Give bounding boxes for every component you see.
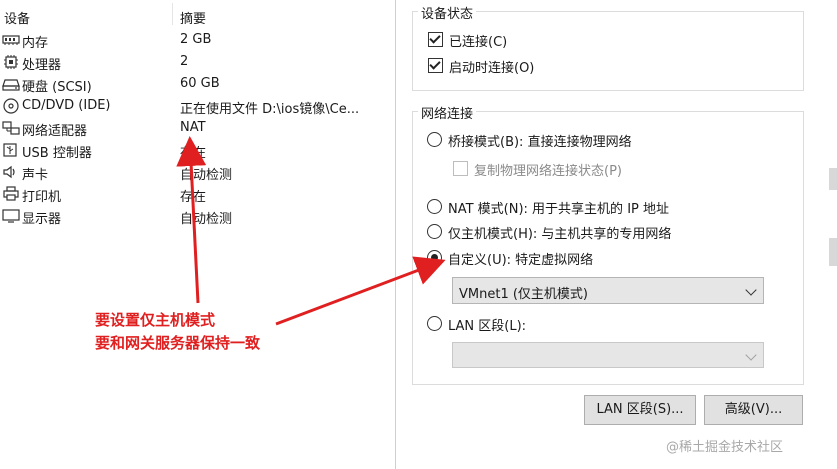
annotation-arrows	[176, 136, 446, 326]
annotation-line-2: 要和网关服务器保持一致	[95, 334, 261, 352]
arrow-to-custom-network	[275, 256, 446, 326]
watermark: @稀土掘金技术社区	[666, 440, 784, 455]
annotation-line-1: 要设置仅主机模式	[95, 311, 216, 329]
arrow-to-network-adapter	[176, 136, 207, 304]
